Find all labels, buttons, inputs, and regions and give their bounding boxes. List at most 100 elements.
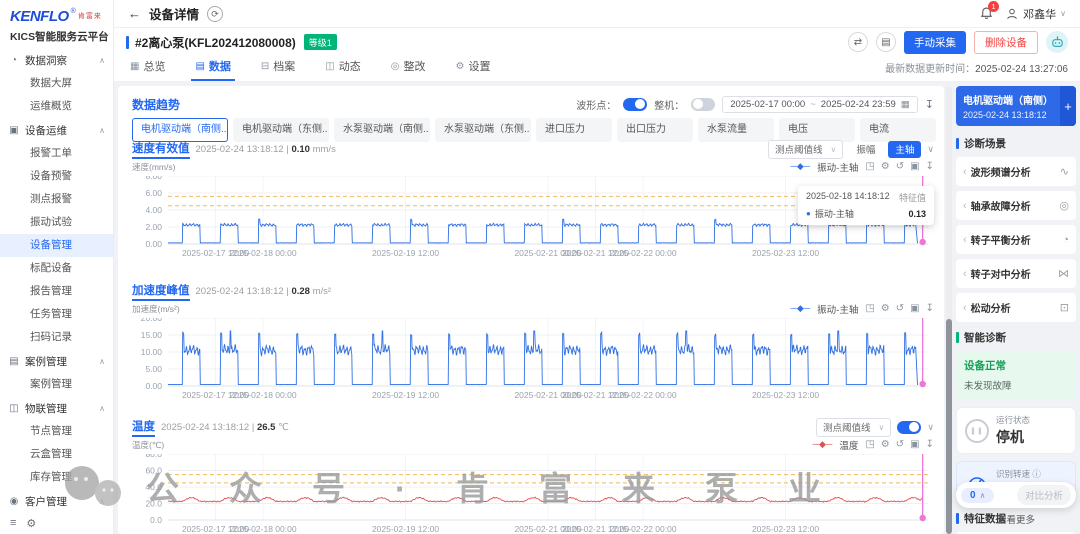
sensor-tab-pump-drive-east[interactable]: 水泵驱动端（东侧... xyxy=(435,118,531,142)
threshold-toggle[interactable] xyxy=(897,420,922,434)
sensor-tab-pump-flow[interactable]: 水泵流量 xyxy=(698,118,774,142)
sensor-tab-motor-drive-south[interactable]: 电机驱动端（南侧... xyxy=(132,118,228,142)
sidebar-group-iot-management[interactable]: ◫ 物联管理 ∧ xyxy=(0,396,113,420)
chart-meta-acceleration: 2025-02-24 13:18:12 | 0.28 m/s² xyxy=(195,285,332,297)
selected-point-card[interactable]: 电机驱动端（南侧） 2025-02-24 13:18:12 + xyxy=(956,86,1076,126)
delete-device-button[interactable]: 删除设备 xyxy=(974,30,1038,54)
threshold-line-select[interactable]: 测点阈值线 ∨ xyxy=(768,139,844,159)
refresh-icon[interactable]: ↺ xyxy=(896,439,904,450)
settings-icon[interactable]: ⚙ xyxy=(26,517,36,530)
sidebar-item-data-screen[interactable]: 数据大屏 xyxy=(0,72,113,95)
swap-icon-button[interactable]: ⇄ xyxy=(848,32,868,52)
data-trend-card: 数据趋势 波形点： 整机： 2025-02-17 00:00 ~ 2025-02… xyxy=(118,86,944,534)
y-axis-label: 速度(mm/s) xyxy=(132,161,176,172)
manual-collect-button[interactable]: 手动采集 xyxy=(904,30,966,54)
acceleration-chart-canvas[interactable]: 20.0015.0010.005.000.002025-02-17 12:002… xyxy=(124,318,936,402)
doc-icon-button[interactable]: ▤ xyxy=(876,32,896,52)
sidebar-item-scan-records[interactable]: 扫码记录 xyxy=(0,326,113,349)
sidebar-item-case-management[interactable]: 案例管理 xyxy=(0,373,113,396)
legend-series-name[interactable]: 振动-主轴 xyxy=(817,160,858,174)
tab-data[interactable]: ▤ 数据 xyxy=(191,58,236,81)
legend-series-name[interactable]: 温度 xyxy=(839,438,858,452)
export-download-icon[interactable]: ↧ xyxy=(925,98,934,111)
sensor-tab-outlet-pressure[interactable]: 出口压力 xyxy=(617,118,693,142)
expand-icon[interactable]: ◳ xyxy=(865,303,874,314)
sidebar-item-cloudbox-management[interactable]: 云盒管理 xyxy=(0,443,113,466)
sidebar-group-device-ops[interactable]: ▣ 设备运维 ∧ xyxy=(0,118,113,142)
sensor-tab-motor-drive-east[interactable]: 电机驱动端（东侧... xyxy=(233,118,329,142)
sensor-tab-pump-drive-south[interactable]: 水泵驱动端（南侧... xyxy=(334,118,430,142)
device-tabs: ▦ 总览 ▤ 数据 ⊟ 档案 ◫ 动态 ◎ 整改 ⚙ 设置 最新数据更新时间：2025-02… xyxy=(114,56,1080,82)
download-icon[interactable]: ↧ xyxy=(926,161,934,172)
sidebar-group-data-insight[interactable]: ◔ 数据洞察 ∧ xyxy=(0,48,113,72)
machine-toggle[interactable] xyxy=(691,97,716,111)
amplitude-chip[interactable]: 振幅 xyxy=(849,141,882,158)
download-icon[interactable]: ↧ xyxy=(926,303,934,314)
date-range-picker[interactable]: 2025-02-17 00:00 ~ 2025-02-24 23:59 ▦ xyxy=(722,95,918,113)
diag-item-bearing-fault[interactable]: ‹ 轴承故障分析 ◎ xyxy=(956,191,1076,220)
legend-series-name[interactable]: 振动-主轴 xyxy=(817,302,858,316)
sidebar-item-alarm-orders[interactable]: 报警工单 xyxy=(0,142,113,165)
diag-item-looseness[interactable]: ‹ 松动分析 ⊡ xyxy=(956,293,1076,322)
settings-icon[interactable]: ⚙ xyxy=(881,161,890,172)
svg-text:6.00: 6.00 xyxy=(145,188,162,198)
sensor-tab-voltage[interactable]: 电压 xyxy=(779,118,855,142)
vertical-scrollbar[interactable] xyxy=(946,86,952,534)
refresh-icon[interactable]: ↺ xyxy=(896,161,904,172)
back-icon[interactable]: ← xyxy=(128,6,141,21)
view-more-link[interactable]: 查看更多 xyxy=(956,512,1076,526)
logo-cn-text: 肯富来 xyxy=(77,13,102,20)
add-point-button[interactable]: + xyxy=(1060,86,1076,126)
threshold-line-select[interactable]: 测点阈值线 ∨ xyxy=(816,417,892,437)
sidebar-item-inventory-management[interactable]: 库存管理 xyxy=(0,466,113,489)
user-menu[interactable]: 邓鑫华 ∨ xyxy=(1005,6,1066,22)
sensor-tab-current[interactable]: 电流 xyxy=(860,118,936,142)
notification-bell-button[interactable]: 1 xyxy=(979,0,1000,22)
download-icon[interactable]: ↧ xyxy=(926,439,934,450)
diag-item-rotor-balance[interactable]: ‹ 转子平衡分析 ◔ xyxy=(956,225,1076,254)
assistant-robot-button[interactable] xyxy=(1046,31,1068,53)
sidebar-item-ops-overview[interactable]: 运维概览 xyxy=(0,95,113,118)
expand-icon[interactable]: ◳ xyxy=(865,439,874,450)
spindle-chip[interactable]: 主轴 xyxy=(888,140,922,158)
waveform-toggle[interactable] xyxy=(623,97,648,111)
sidebar-item-device-warning[interactable]: 设备预警 xyxy=(0,165,113,188)
looseness-icon: ⊡ xyxy=(1059,302,1069,314)
collapse-chart-icon[interactable]: ∨ xyxy=(927,422,934,433)
legend-marker: ─◆─ xyxy=(790,303,811,313)
sidebar-item-node-management[interactable]: 节点管理 xyxy=(0,420,113,443)
tab-rectification[interactable]: ◎ 整改 xyxy=(387,58,430,81)
brand-logo: KENFLO ® 肯富来 xyxy=(0,0,113,25)
sensor-tab-inlet-pressure[interactable]: 进口压力 xyxy=(536,118,612,142)
sidebar-item-point-alarm[interactable]: 测点报警 xyxy=(0,188,113,211)
sidebar-item-report-management[interactable]: 报告管理 xyxy=(0,280,113,303)
scrollbar-thumb[interactable] xyxy=(946,318,952,534)
temperature-chart-canvas[interactable]: 80.060.040.020.00.02025-02-17 12:002025-… xyxy=(124,454,936,534)
sidebar-group-customer-management[interactable]: ◉ 客户管理 ∧ xyxy=(0,489,113,513)
save-image-icon[interactable]: ▣ xyxy=(910,303,919,314)
save-image-icon[interactable]: ▣ xyxy=(910,161,919,172)
save-image-icon[interactable]: ▣ xyxy=(910,439,919,450)
tab-settings[interactable]: ⚙ 设置 xyxy=(451,58,494,81)
diag-item-waveform-spectrum[interactable]: ‹ 波形频谱分析 ∿ xyxy=(956,157,1076,186)
collapse-chart-icon[interactable]: ∨ xyxy=(927,144,934,155)
settings-icon[interactable]: ⚙ xyxy=(881,303,890,314)
compare-count-button[interactable]: 0 ∧ xyxy=(961,487,995,503)
compare-analysis-button[interactable]: 对比分析 xyxy=(1016,485,1071,505)
menu-collapse-icon[interactable]: ≡ xyxy=(10,517,16,530)
tab-dynamic[interactable]: ◫ 动态 xyxy=(321,58,364,81)
machine-toggle-label: 整机： xyxy=(654,100,685,112)
svg-text:2025-02-22 00:00: 2025-02-22 00:00 xyxy=(609,248,676,258)
expand-icon[interactable]: ◳ xyxy=(865,161,874,172)
tab-overview[interactable]: ▦ 总览 xyxy=(126,58,169,81)
sidebar-item-vibration-test[interactable]: 振动试验 xyxy=(0,211,113,234)
diag-item-rotor-alignment[interactable]: ‹ 转子对中分析 ⋈ xyxy=(956,259,1076,288)
sidebar-item-device-management[interactable]: 设备管理 xyxy=(0,234,113,257)
sidebar-item-task-management[interactable]: 任务管理 xyxy=(0,303,113,326)
refresh-icon[interactable]: ↺ xyxy=(896,303,904,314)
tab-archive[interactable]: ⊟ 档案 xyxy=(257,58,299,81)
refresh-icon[interactable]: ⟳ xyxy=(207,5,224,22)
sidebar-group-case-management[interactable]: ▤ 案例管理 ∧ xyxy=(0,349,113,373)
settings-icon[interactable]: ⚙ xyxy=(881,439,890,450)
sidebar-item-standard-devices[interactable]: 标配设备 xyxy=(0,257,113,280)
